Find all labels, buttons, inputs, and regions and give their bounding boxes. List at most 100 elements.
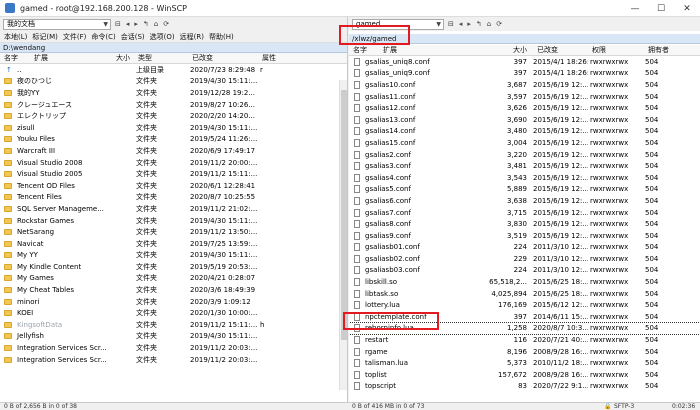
table-row[interactable]: gsaliasb02.conf 229 2011/3/10 12:... rwxrwx… xyxy=(349,253,700,265)
table-row[interactable]: lottery.lua 176,169 2015/6/12 12:... rwxrwx… xyxy=(349,299,700,311)
file-owner: 504 xyxy=(645,370,659,379)
table-row[interactable]: My Kindle Content 文件夹 2019/5/19 20:53:... xyxy=(0,261,347,273)
menu-item[interactable]: 帮助(H) xyxy=(209,32,234,42)
table-row[interactable]: zisull 文件夹 2019/4/30 15:11:... xyxy=(0,122,347,134)
table-row[interactable]: gsalias2.conf 3,220 2015/6/19 12:... rwxrwx… xyxy=(349,149,700,161)
table-row[interactable]: My Cheat Tables 文件夹 2020/3/6 18:49:39 xyxy=(0,284,347,296)
table-row[interactable]: Visual Studio 2005 文件夹 2019/11/2 15:11:... xyxy=(0,168,347,180)
table-row[interactable]: gsaliasb01.conf 224 2011/3/10 12:... rwxrwx… xyxy=(349,242,700,254)
remote-location-dropdown[interactable]: gamed ▼ xyxy=(352,18,444,30)
table-row[interactable]: libtask.so 4,025,894 2015/6/25 18:... rwxrw… xyxy=(349,288,700,300)
table-row[interactable]: gsalias13.conf 3,690 2015/6/19 12:... rwxrw… xyxy=(349,114,700,126)
column-size[interactable]: 大小 xyxy=(509,45,533,55)
table-row[interactable]: My YY 文件夹 2019/4/30 15:11:... xyxy=(0,250,347,262)
table-row[interactable]: Rockstar Games 文件夹 2019/4/30 15:11:... xyxy=(0,215,347,227)
file-name: gsalias7.conf xyxy=(365,208,411,217)
close-button[interactable]: ✕ xyxy=(674,0,700,17)
table-row[interactable]: reborninfo.lua 1,258 2020/8/7 10:3... rwxrw… xyxy=(349,321,700,336)
menu-item[interactable]: 选项(O) xyxy=(150,32,175,42)
table-row[interactable]: gsalias14.conf 3,480 2015/6/19 12:... rwxrw… xyxy=(349,126,700,138)
table-row[interactable]: minori 文件夹 2020/3/9 1:09:12 xyxy=(0,296,347,308)
forward-icon[interactable]: ▸ xyxy=(466,20,472,28)
table-row[interactable]: Visual Studio 2008 文件夹 2019/11/2 20:00:... xyxy=(0,157,347,169)
table-row[interactable]: NetSarang 文件夹 2019/11/2 13:50:... xyxy=(0,226,347,238)
table-row[interactable]: ↑.. 上级目录 2020/7/23 8:29:48 r xyxy=(0,64,347,76)
table-row[interactable]: gsalias11.conf 3,597 2015/6/19 12:... rwxrw… xyxy=(349,91,700,103)
table-row[interactable]: エレクトリップ 文件夹 2020/2/20 14:20... xyxy=(0,110,347,122)
parent-folder-icon[interactable]: ↰ xyxy=(142,20,150,28)
table-row[interactable]: gsalias9.conf 3,519 2015/6/19 12:... rwxrwx… xyxy=(349,230,700,242)
scrollbar-thumb[interactable] xyxy=(341,90,347,340)
table-row[interactable]: npctemplate.conf 397 2014/6/11 15:... rwxrw… xyxy=(349,311,700,323)
table-row[interactable]: talisman.lua 5,373 2010/11/2 18:... rwxrwxr… xyxy=(349,357,700,369)
table-row[interactable]: Integration Services Scr... 文件夹 2019/11/2 … xyxy=(0,354,347,366)
column-extension[interactable]: 扩展 xyxy=(30,53,112,63)
table-row[interactable]: topscript 83 2020/7/22 9:1... rwxrwxrwx 504 xyxy=(349,381,700,393)
table-row[interactable]: Tencent OD Files 文件夹 2020/6/1 12:28:41 xyxy=(0,180,347,192)
table-row[interactable]: gsalias12.conf 3,626 2015/6/19 12:... rwxrw… xyxy=(349,102,700,114)
table-row[interactable]: restart 116 2020/7/21 40:... rwxrwxrwx 504 xyxy=(349,334,700,346)
back-icon[interactable]: ◂ xyxy=(458,20,464,28)
table-row[interactable]: Integration Services Scr... 文件夹 2019/11/2 … xyxy=(0,342,347,354)
menu-item[interactable]: 本地(L) xyxy=(4,32,27,42)
table-row[interactable]: rgame 8,196 2008/9/28 16:... rwxrwxrwx 504 xyxy=(349,346,700,358)
table-row[interactable]: KOEI 文件夹 2020/1/30 10:00:... xyxy=(0,307,347,319)
root-icon[interactable]: ⌂ xyxy=(153,20,159,28)
column-modified[interactable]: 已改变 xyxy=(533,45,588,55)
table-row[interactable]: gsalias10.conf 3,687 2015/6/19 12:... rwxrw… xyxy=(349,79,700,91)
table-row[interactable]: Warcraft III 文件夹 2020/6/9 17:49:17 xyxy=(0,145,347,157)
column-extension[interactable]: 扩展 xyxy=(379,45,509,55)
menu-item[interactable]: 会话(S) xyxy=(121,32,145,42)
table-row[interactable]: 我的YY 文件夹 2019/12/28 19:2... xyxy=(0,87,347,99)
table-row[interactable]: gsalias6.conf 3,638 2015/6/19 12:... rwxrwx… xyxy=(349,195,700,207)
filter-icon[interactable]: ⊟ xyxy=(114,20,122,28)
table-row[interactable]: gsalias7.conf 3,715 2015/6/19 12:... rwxrwx… xyxy=(349,207,700,219)
root-icon[interactable]: ⌂ xyxy=(486,20,492,28)
refresh-icon[interactable]: ⟳ xyxy=(162,20,170,28)
column-owner[interactable]: 拥有者 xyxy=(644,45,684,55)
menu-item[interactable]: 远程(R) xyxy=(180,32,204,42)
table-row[interactable]: Tencent Files 文件夹 2020/8/7 10:25:55 xyxy=(0,192,347,204)
forward-icon[interactable]: ▸ xyxy=(133,20,139,28)
table-row[interactable]: gsalias15.conf 3,004 2015/6/19 12:... rwxrw… xyxy=(349,137,700,149)
column-name[interactable]: 名字 xyxy=(0,53,30,63)
table-row[interactable]: 夜のひつじ 文件夹 2019/4/30 15:11:... xyxy=(0,76,347,88)
file-icon xyxy=(354,150,360,159)
file-name: zisull xyxy=(17,123,35,132)
table-row[interactable]: クレージュエース 文件夹 2019/8/27 10:26... xyxy=(0,99,347,111)
parent-folder-icon[interactable]: ↰ xyxy=(475,20,483,28)
back-icon[interactable]: ◂ xyxy=(125,20,131,28)
menu-item[interactable]: 命令(C) xyxy=(91,32,115,42)
column-name[interactable]: 名字 xyxy=(349,45,379,55)
table-row[interactable]: Navicat 文件夹 2019/7/25 13:59:... xyxy=(0,238,347,250)
table-row[interactable]: gsalias8.conf 3,830 2015/6/19 12:... rwxrwx… xyxy=(349,218,700,230)
table-row[interactable]: gsalias_uniq9.conf 397 2015/4/1 18:26:...r… xyxy=(349,68,700,80)
table-row[interactable]: gsaliasb03.conf 224 2011/3/10 12:... rwxrwx… xyxy=(349,265,700,277)
table-row[interactable]: KingsoftData 文件夹 2019/11/2 15:11:... h xyxy=(0,319,347,331)
column-permissions[interactable]: 权限 xyxy=(588,45,644,55)
file-name: Rockstar Games xyxy=(17,216,75,225)
table-row[interactable]: Jellyfish 文件夹 2019/4/30 15:11:... xyxy=(0,331,347,343)
column-type[interactable]: 类型 xyxy=(134,53,188,63)
table-row[interactable]: gsalias5.conf 5,889 2015/6/19 12:... rwxrwx… xyxy=(349,184,700,196)
table-row[interactable]: toplist 157,672 2008/9/28 16:... rwxrwxrwx 5… xyxy=(349,369,700,381)
table-row[interactable]: SQL Server Manageme... 文件夹 2019/11/2 21:02… xyxy=(0,203,347,215)
table-row[interactable]: gsalias_uniq8.conf 397 2015/4/1 18:26:...r… xyxy=(349,56,700,68)
local-location-dropdown[interactable]: 我的文档 ▼ xyxy=(3,18,111,30)
menu-item[interactable]: 标记(M) xyxy=(32,32,58,42)
table-row[interactable]: gsalias3.conf 3,481 2015/6/19 12:... rwxrwx… xyxy=(349,160,700,172)
table-row[interactable]: libskill.so 65,518,2... 2015/6/25 18:... rw… xyxy=(349,276,700,288)
column-size[interactable]: 大小 xyxy=(112,53,134,63)
column-attributes[interactable]: 属性 xyxy=(258,53,298,63)
maximize-button[interactable]: ☐ xyxy=(648,0,674,17)
file-type: 文件夹 xyxy=(136,297,157,306)
table-row[interactable]: Youku Files 文件夹 2019/5/24 11:26:... xyxy=(0,134,347,146)
column-modified[interactable]: 已改变 xyxy=(188,53,258,63)
local-vertical-scrollbar[interactable] xyxy=(339,80,347,390)
table-row[interactable]: gsalias4.conf 3,543 2015/6/19 12:... rwxrwx… xyxy=(349,172,700,184)
minimize-button[interactable]: — xyxy=(622,0,648,17)
menu-item[interactable]: 文件(F) xyxy=(63,32,87,42)
table-row[interactable]: My Games 文件夹 2020/4/21 0:28:07 xyxy=(0,273,347,285)
refresh-icon[interactable]: ⟳ xyxy=(495,20,503,28)
filter-icon[interactable]: ⊟ xyxy=(447,20,455,28)
